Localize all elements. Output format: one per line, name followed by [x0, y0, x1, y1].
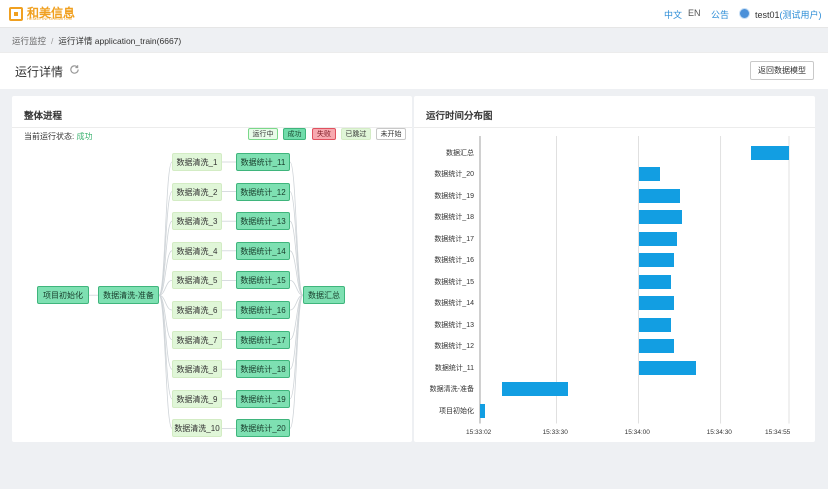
user-menu[interactable]: test01(测试用户)	[755, 8, 822, 21]
dag-node-clean[interactable]: 数据清洗_6	[172, 301, 222, 319]
lang-en-link[interactable]: EN	[688, 8, 701, 18]
dag-node-prep[interactable]: 数据清洗-准备	[98, 286, 159, 305]
dag-edge	[158, 191, 173, 296]
dag-node-clean[interactable]: 数据清洗_3	[172, 212, 222, 231]
dag-node-stats[interactable]: 数据统计_12	[236, 182, 290, 201]
user-name: test01	[755, 10, 780, 20]
x-tick-label: 15:34:30	[706, 428, 732, 436]
lang-zh-link[interactable]: 中文	[664, 8, 682, 21]
dag-node-stats[interactable]: 数据统计_17	[236, 330, 290, 349]
notice-link[interactable]: 公告	[711, 8, 729, 21]
timeline-card: 运行时间分布图 15:33:02 15:33:30 15:34:00 15:34:30…	[414, 96, 815, 442]
dag-node-clean[interactable]: 数据清洗_5	[172, 271, 222, 290]
top-bar: 和美信息 HEMEI INFORMATION 中文 EN 公告 test01(测…	[0, 0, 828, 28]
progress-card: 整体进程 当前运行状态: 成功 运行中 成功 失败 已跳过 未开始 项目初始化数…	[12, 96, 412, 442]
dag-node-stats[interactable]: 数据统计_15	[236, 271, 290, 290]
y-category-label: 数据统计_14	[434, 300, 474, 308]
timeline-bar[interactable]	[638, 210, 683, 225]
breadcrumb-separator: /	[51, 36, 54, 46]
back-to-model-button[interactable]: 返回数据模型	[750, 61, 814, 80]
user-avatar-icon[interactable]	[739, 8, 750, 19]
y-category-label: 数据统计_20	[434, 171, 474, 179]
timeline-bar[interactable]	[638, 360, 697, 375]
timeline-bar[interactable]	[638, 317, 672, 332]
dag-node-summary[interactable]: 数据汇总	[303, 286, 345, 305]
x-tick-label: 15:34:00	[624, 428, 650, 436]
dag-node-clean[interactable]: 数据清洗_10	[172, 419, 222, 438]
dag-node-clean[interactable]: 数据清洗_9	[172, 389, 222, 408]
breadcrumb: 运行监控 / 运行详情 application_train(6667)	[12, 35, 181, 47]
dag-node-clean[interactable]: 数据清洗_4	[172, 241, 222, 260]
y-category-label: 数据统计_17	[434, 235, 474, 243]
dag-node-clean[interactable]: 数据清洗_8	[172, 360, 222, 379]
y-category-label: 数据统计_15	[434, 278, 474, 286]
timeline-bar[interactable]	[638, 274, 672, 289]
timeline-bar[interactable]	[501, 382, 568, 397]
dag-node-stats[interactable]: 数据统计_13	[236, 212, 290, 231]
dag-edge	[289, 191, 304, 296]
breadcrumb-current: 运行详情 application_train(6667)	[58, 36, 182, 46]
y-category-label: 数据统计_12	[434, 343, 474, 351]
y-category-label: 数据统计_16	[434, 257, 474, 265]
dag-node-init[interactable]: 项目初始化	[37, 286, 89, 305]
dag-node-clean[interactable]: 数据清洗_7	[172, 330, 222, 349]
y-category-label: 数据统计_18	[434, 214, 474, 222]
dag-node-stats[interactable]: 数据统计_19	[236, 389, 290, 408]
dag-node-clean[interactable]: 数据清洗_1	[172, 153, 222, 171]
y-category-label: 数据清洗-准备	[429, 386, 474, 394]
timeline-bar[interactable]	[638, 253, 675, 268]
dag-node-stats[interactable]: 数据统计_20	[236, 419, 290, 438]
dag-node-stats[interactable]: 数据统计_14	[236, 241, 290, 260]
y-category-label: 数据统计_19	[434, 192, 474, 200]
timeline-bar[interactable]	[638, 339, 675, 354]
y-category-label: 数据汇总	[446, 149, 474, 157]
timeline-bar[interactable]	[638, 188, 680, 203]
y-category-label: 项目初始化	[439, 407, 474, 415]
y-category-label: 数据统计_11	[434, 364, 474, 372]
user-role: (测试用户)	[779, 10, 822, 20]
page-title: 运行详情	[15, 65, 64, 79]
timeline-bar[interactable]	[638, 296, 675, 311]
x-tick-label: 15:33:30	[542, 428, 568, 436]
timeline-bar[interactable]	[480, 403, 486, 418]
timeline-bar[interactable]	[750, 145, 789, 160]
x-tick-label: 15:33:02	[466, 428, 492, 436]
dag-edge	[158, 294, 173, 400]
x-tick-label: 15:34:55	[765, 428, 791, 436]
refresh-icon[interactable]	[69, 64, 80, 75]
dag-node-stats[interactable]: 数据统计_16	[236, 301, 290, 319]
dag-node-clean[interactable]: 数据清洗_2	[172, 182, 222, 201]
dag-edge	[289, 294, 304, 400]
dag-node-stats[interactable]: 数据统计_18	[236, 360, 290, 379]
dag-node-stats[interactable]: 数据统计_11	[236, 153, 290, 171]
page-header	[0, 52, 828, 89]
breadcrumb-root[interactable]: 运行监控	[12, 36, 46, 46]
logo-mark-icon	[9, 6, 23, 21]
logo-subtext: HEMEI INFORMATION	[27, 16, 72, 21]
timeline-bar[interactable]	[638, 231, 677, 246]
y-category-label: 数据统计_13	[434, 321, 474, 329]
timeline-bar[interactable]	[638, 167, 661, 182]
